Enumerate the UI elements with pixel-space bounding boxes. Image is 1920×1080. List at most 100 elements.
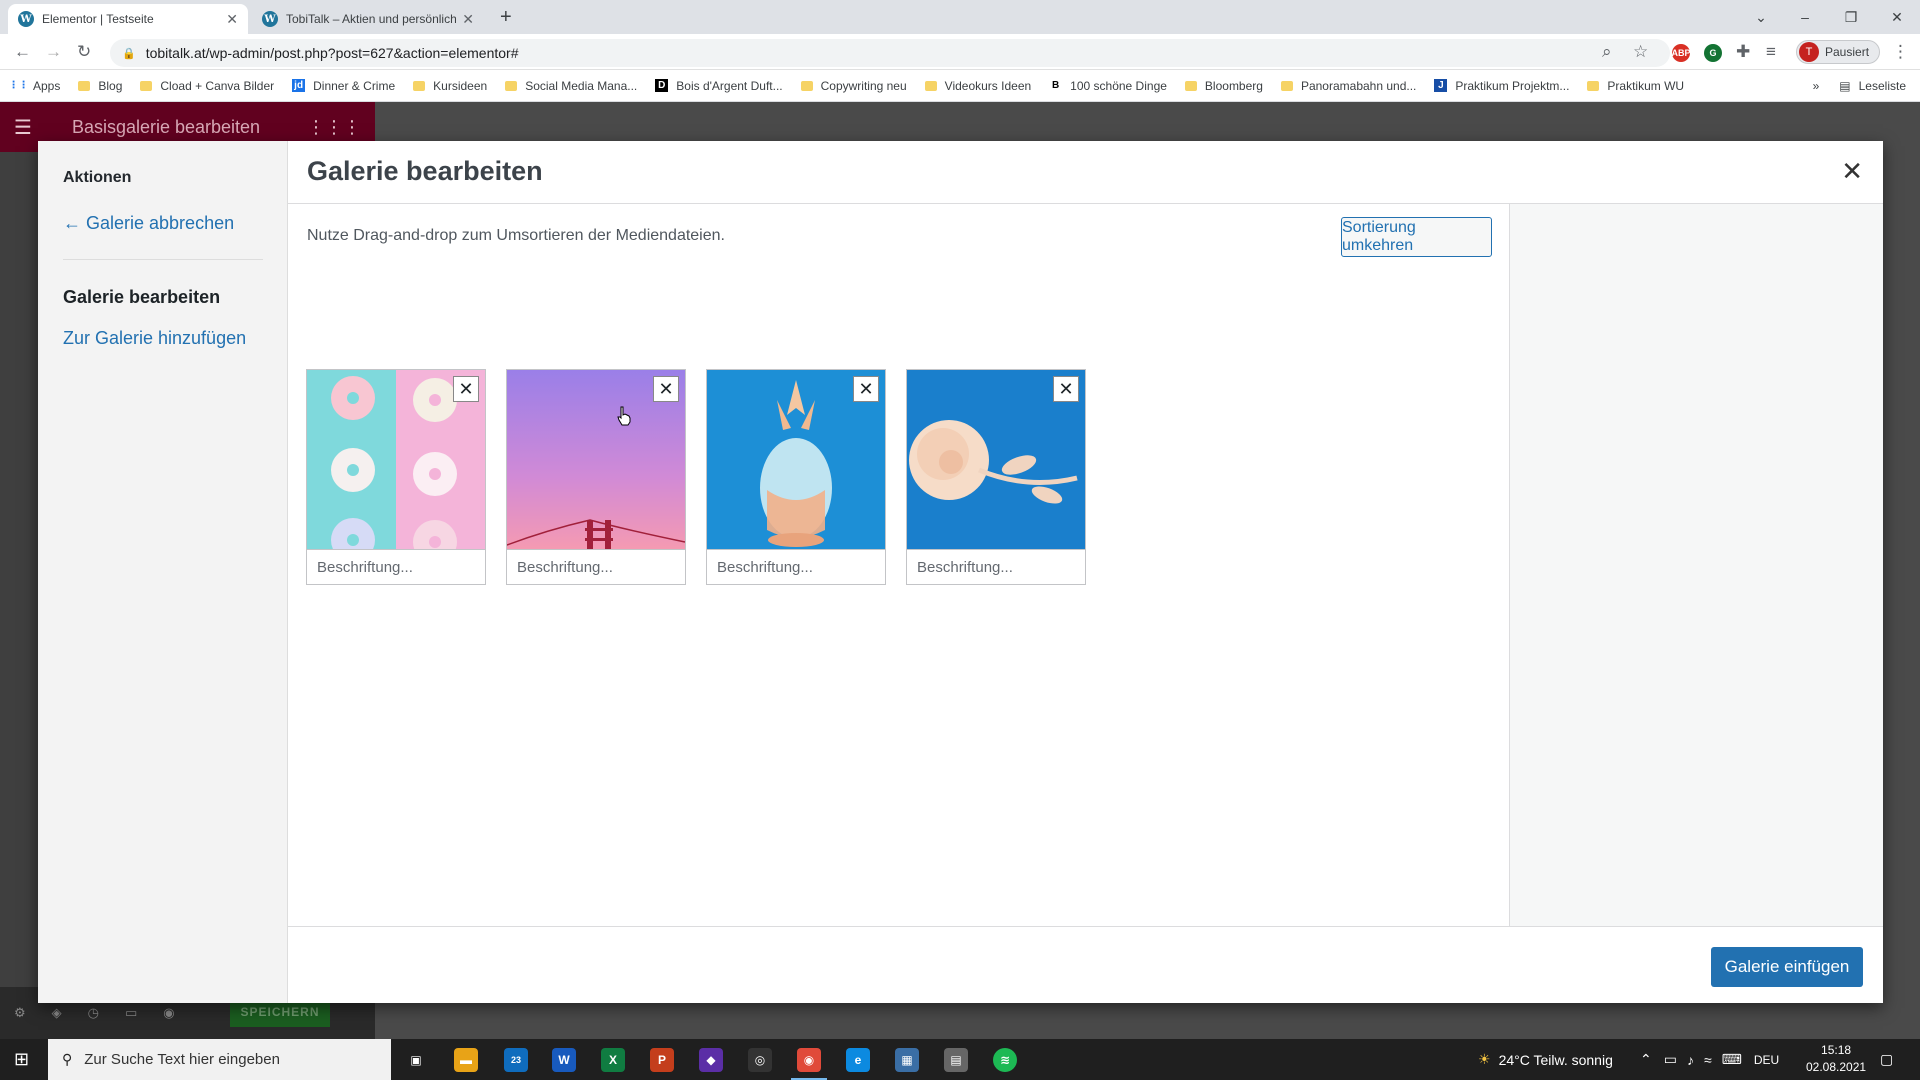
adblock-icon[interactable]: ABP xyxy=(1672,44,1691,62)
keyboard-icon[interactable]: ⌨ xyxy=(1722,1051,1742,1068)
gallery-item[interactable]: ✕ Beschriftung... xyxy=(306,369,486,585)
excel-icon[interactable]: X xyxy=(601,1048,625,1072)
preview-icon[interactable]: ◉ xyxy=(163,1005,174,1021)
app-icon[interactable]: ◆ xyxy=(699,1048,723,1072)
caption-input[interactable]: Beschriftung... xyxy=(907,549,1085,584)
browser-menu-icon[interactable]: ⋮ xyxy=(1892,42,1909,62)
chevron-up-icon[interactable]: ⌃ xyxy=(1640,1051,1652,1068)
minimize-icon[interactable]: – xyxy=(1782,0,1828,34)
wifi-icon[interactable]: ≈ xyxy=(1704,1052,1712,1068)
bookmark-panoramabahn[interactable]: Panoramabahn und... xyxy=(1280,79,1416,93)
notifications-icon[interactable]: ▢ xyxy=(1880,1039,1893,1080)
gallery-item[interactable]: ✕ Beschriftung... xyxy=(706,369,886,585)
meet-now-icon[interactable]: ▭ xyxy=(1664,1051,1677,1068)
close-tab-icon[interactable]: ✕ xyxy=(462,11,474,28)
bookmark-bois-dargent[interactable]: D Bois d'Argent Duft... xyxy=(655,79,783,93)
wordpress-icon: W xyxy=(18,11,34,27)
grammarly-icon[interactable]: G xyxy=(1704,44,1722,62)
bookmark-blog[interactable]: Blog xyxy=(78,79,122,93)
windows-start-icon[interactable]: ⊞ xyxy=(14,1049,29,1070)
profile-button[interactable]: T Pausiert xyxy=(1796,40,1881,64)
bookmark-copywriting[interactable]: Copywriting neu xyxy=(800,79,907,93)
menu-item-edit-gallery[interactable]: Galerie bearbeiten xyxy=(63,287,220,308)
bookmark-praktikum-projekt[interactable]: J Praktikum Projektm... xyxy=(1434,79,1569,93)
volume-icon[interactable]: ♪ xyxy=(1687,1052,1694,1068)
browser-toolbar: ← → ↻ 🔒 tobitalk.at/wp-admin/post.php?po… xyxy=(0,34,1920,70)
address-bar[interactable]: 🔒 tobitalk.at/wp-admin/post.php?post=627… xyxy=(110,39,1670,67)
edge-icon[interactable]: e xyxy=(846,1048,870,1072)
layers-icon[interactable]: ◈ xyxy=(52,1005,62,1021)
responsive-icon[interactable]: ▭ xyxy=(125,1005,137,1021)
mail-icon[interactable]: 23 xyxy=(504,1048,528,1072)
bookmark-dinner-crime[interactable]: jd Dinner & Crime xyxy=(292,79,395,93)
extensions-icon[interactable]: ✚ xyxy=(1736,42,1750,62)
media-icon[interactable]: ≡ xyxy=(1766,42,1776,62)
browser-tabstrip: W Elementor | Testseite ✕ W TobiTalk – A… xyxy=(0,0,1920,34)
reading-list[interactable]: » ▤ Leseliste xyxy=(1813,70,1906,102)
back-icon[interactable]: ← xyxy=(14,42,31,62)
folder-icon xyxy=(1280,80,1293,91)
tab-tobitalk[interactable]: W TobiTalk – Aktien und persönlich ✕ xyxy=(252,4,484,34)
tab-search-icon[interactable]: ⌄ xyxy=(1738,0,1784,34)
zoom-icon[interactable]: ⌕ xyxy=(1602,42,1612,62)
close-tab-icon[interactable]: ✕ xyxy=(226,11,238,28)
lock-icon: 🔒 xyxy=(122,47,136,60)
hamburger-icon[interactable]: ☰ xyxy=(14,115,32,140)
actions-heading: Aktionen xyxy=(63,169,132,186)
insert-gallery-button[interactable]: Galerie einfügen xyxy=(1711,947,1863,987)
windows-taskbar: ⊞ ⚲ Zur Suche Text hier eingeben ▣ ▬ 23 … xyxy=(0,1039,1920,1080)
window-close-icon[interactable]: ✕ xyxy=(1874,0,1920,34)
reload-icon[interactable]: ↻ xyxy=(77,42,91,62)
close-icon[interactable]: ✕ xyxy=(1841,156,1863,187)
remove-image-icon[interactable]: ✕ xyxy=(853,376,879,402)
chrome-icon[interactable]: ◉ xyxy=(791,1048,827,1080)
clock[interactable]: 15:18 02.08.2021 xyxy=(1806,1042,1866,1076)
more-bookmarks-icon[interactable]: » xyxy=(1813,79,1820,93)
bookmark-praktikum-wu[interactable]: Praktikum WU xyxy=(1587,79,1684,93)
caption-input[interactable]: Beschriftung... xyxy=(507,549,685,584)
notepad-icon[interactable]: ▤ xyxy=(944,1048,968,1072)
bookmark-kursideen[interactable]: Kursideen xyxy=(413,79,487,93)
bookmark-videokurs[interactable]: Videokurs Ideen xyxy=(924,79,1031,93)
widgets-grid-icon[interactable]: ⋮⋮⋮ xyxy=(307,117,361,138)
folder-icon xyxy=(78,80,91,91)
caption-input[interactable]: Beschriftung... xyxy=(307,549,485,584)
gallery-item[interactable]: ✕ Beschriftung... xyxy=(506,369,686,585)
tab-elementor[interactable]: W Elementor | Testseite ✕ xyxy=(8,4,248,34)
forward-icon[interactable]: → xyxy=(45,42,62,62)
word-icon[interactable]: W xyxy=(552,1048,576,1072)
bookmark-star-icon[interactable]: ☆ xyxy=(1633,42,1648,62)
weather-widget[interactable]: ☀ 24°C Teilw. sonnig xyxy=(1478,1039,1613,1080)
bookmark-apps[interactable]: ⋮⋮ Apps xyxy=(8,79,61,93)
caption-input[interactable]: Beschriftung... xyxy=(707,549,885,584)
folder-icon xyxy=(800,80,813,91)
file-explorer-icon[interactable]: ▬ xyxy=(454,1048,478,1072)
menu-item-add-to-gallery[interactable]: Zur Galerie hinzufügen xyxy=(63,328,246,349)
bookmarks-bar: ⋮⋮ Apps Blog Cload + Canva Bilder jd Dinne… xyxy=(0,70,1920,102)
bookmark-bloomberg[interactable]: Bloomberg xyxy=(1184,79,1263,93)
spotify-icon[interactable]: ≋ xyxy=(993,1048,1017,1072)
task-view-icon[interactable]: ▣ xyxy=(404,1048,428,1072)
powerpoint-icon[interactable]: P xyxy=(650,1048,674,1072)
folder-icon xyxy=(413,80,426,91)
bookmark-social-media[interactable]: Social Media Mana... xyxy=(505,79,637,93)
obs-icon[interactable]: ◎ xyxy=(748,1048,772,1072)
app-icon-2[interactable]: ▦ xyxy=(895,1048,919,1072)
reverse-order-button[interactable]: Sortierung umkehren xyxy=(1341,217,1492,257)
bookmark-100-dinge[interactable]: B 100 schöne Dinge xyxy=(1049,79,1167,93)
remove-image-icon[interactable]: ✕ xyxy=(453,376,479,402)
gallery-item[interactable]: ✕ Beschriftung... xyxy=(906,369,1086,585)
restore-icon[interactable]: ❐ xyxy=(1828,0,1874,34)
apps-grid-icon: ⋮⋮ xyxy=(8,80,29,91)
remove-image-icon[interactable]: ✕ xyxy=(1053,376,1079,402)
wordpress-icon: W xyxy=(262,11,278,27)
reading-list-icon: ▤ xyxy=(1839,79,1851,93)
settings-icon[interactable]: ⚙ xyxy=(14,1005,26,1021)
new-tab-icon[interactable]: + xyxy=(500,6,512,29)
bookmark-cload[interactable]: Cload + Canva Bilder xyxy=(140,79,274,93)
remove-image-icon[interactable]: ✕ xyxy=(653,376,679,402)
history-icon[interactable]: ◷ xyxy=(88,1005,99,1021)
taskbar-search-input[interactable]: ⚲ Zur Suche Text hier eingeben xyxy=(48,1039,391,1080)
cancel-gallery-link[interactable]: ← Galerie abbrechen xyxy=(63,213,234,234)
language-indicator[interactable]: DEU xyxy=(1754,1053,1779,1067)
